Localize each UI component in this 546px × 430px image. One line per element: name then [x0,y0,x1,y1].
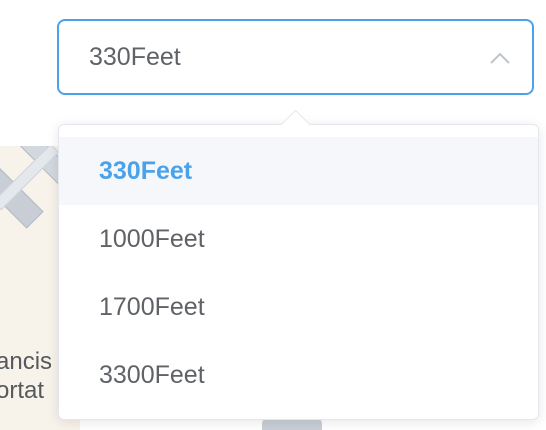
map-place-label: ancis [0,348,53,375]
option-330feet[interactable]: 330Feet [59,137,538,205]
option-3300feet[interactable]: 3300Feet [59,341,538,409]
option-1000feet[interactable]: 1000Feet [59,205,538,273]
map-place-label: ortat [0,377,45,404]
chevron-up-icon[interactable] [490,51,510,65]
option-list: 330Feet 1000Feet 1700Feet 3300Feet [59,125,538,409]
select-dropdown: 330Feet 1000Feet 1700Feet 3300Feet [58,109,539,420]
option-1700feet[interactable]: 1700Feet [59,273,538,341]
distance-select[interactable]: 330Feet [57,19,534,95]
select-value: 330Feet [89,43,181,71]
